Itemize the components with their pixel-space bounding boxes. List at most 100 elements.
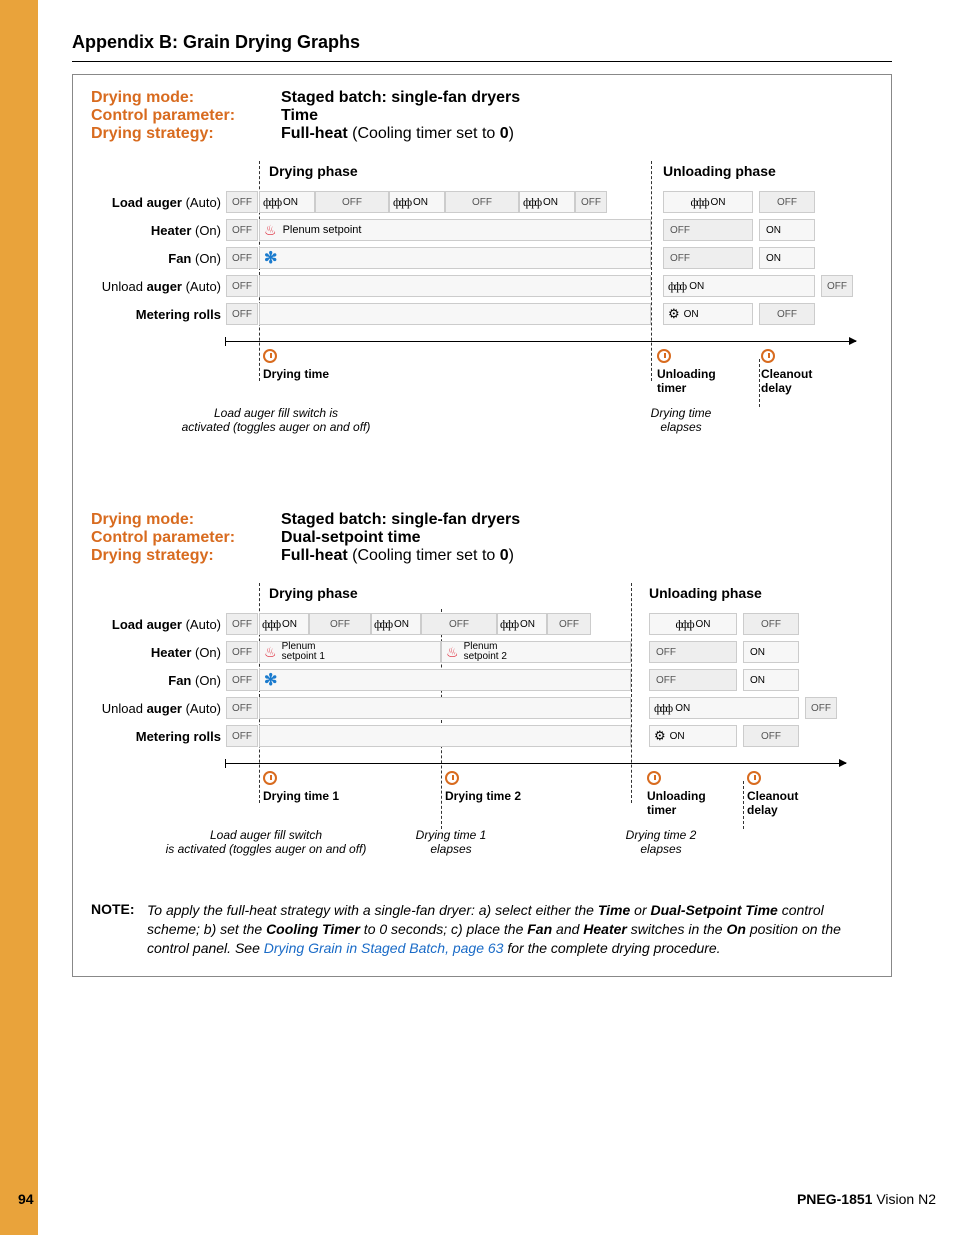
cell: ффф ON [519, 191, 575, 213]
appendix-title: Appendix B: Grain Drying Graphs [72, 32, 892, 62]
cell: OFF [805, 697, 837, 719]
auger-icon: ффф [393, 195, 410, 210]
val-drying-mode: Staged batch: single-fan dryers [281, 511, 520, 529]
section2-header: Drying mode: Staged batch: single-fan dr… [91, 511, 873, 565]
cell: OFF [226, 613, 258, 635]
cell: ⚙ON [649, 725, 737, 747]
cell [259, 725, 631, 747]
lbl-unloading-timer: Unloading timer [647, 789, 717, 817]
cell: OFF [663, 219, 753, 241]
auger-icon: ффф [668, 279, 685, 294]
cell: OFF [743, 613, 799, 635]
lbl-control-param: Control parameter: [91, 529, 281, 547]
cell: OFF [226, 669, 258, 691]
lbl-drying-time: Drying time [263, 367, 329, 381]
cell: OFF [821, 275, 853, 297]
cell: OFF [547, 613, 591, 635]
row-unload-auger: Unload auger (Auto) [91, 697, 221, 721]
val-control-param: Time [281, 107, 318, 125]
lbl-drying-mode: Drying mode: [91, 89, 281, 107]
cell: ON [743, 669, 799, 691]
note-block: NOTE: To apply the full-heat strategy wi… [91, 901, 873, 958]
content-frame: Drying mode: Staged batch: single-fan dr… [72, 74, 892, 977]
cell: OFF [226, 275, 258, 297]
lbl-strategy: Drying strategy: [91, 125, 281, 143]
clock-icon [761, 349, 775, 366]
cell: OFF [759, 303, 815, 325]
val-strategy: Full-heat (Cooling timer set to 0) [281, 547, 514, 565]
auger-icon: ффф [676, 617, 693, 632]
cell: OFF [309, 613, 371, 635]
cell: OFF [226, 303, 258, 325]
cell: ффф ON [259, 191, 315, 213]
footnote-drying-elapses: Drying timeelapses [621, 406, 741, 434]
cell: OFF [575, 191, 607, 213]
cell: OFF [743, 725, 799, 747]
cell: ♨Plenum setpoint 2 [441, 641, 631, 663]
cell: OFF [315, 191, 389, 213]
cell: OFF [421, 613, 497, 635]
page-footer: 94 PNEG-1851 Vision N2 [18, 1191, 936, 1207]
cell [259, 275, 651, 297]
cell: фффON [663, 275, 815, 297]
gear-icon: ⚙ [668, 306, 680, 322]
cell: ON [743, 641, 799, 663]
lbl-drying-time-1: Drying time 1 [263, 789, 339, 803]
lbl-drying-time-2: Drying time 2 [445, 789, 521, 803]
cell: ON [759, 247, 815, 269]
lbl-unloading-phase: Unloading phase [649, 585, 762, 601]
cell: ффф ON [371, 613, 421, 635]
flame-icon: ♨ [264, 222, 277, 239]
timeline-arrow [226, 341, 856, 342]
cell: OFF [226, 725, 258, 747]
lbl-unloading-phase: Unloading phase [663, 163, 776, 179]
note-body: To apply the full-heat strategy with a s… [147, 901, 873, 958]
val-control-param: Dual-setpoint time [281, 529, 421, 547]
row-load-auger: Load auger (Auto) [91, 191, 221, 215]
cell: ⚙ON [663, 303, 753, 325]
cell: ✻ [259, 669, 631, 691]
note-label: NOTE: [91, 901, 147, 958]
row-heater: Heater (On) [91, 641, 221, 665]
auger-icon: ффф [691, 195, 708, 210]
footnote-dt2: Drying time 2elapses [611, 828, 711, 856]
lbl-control-param: Control parameter: [91, 107, 281, 125]
row-heater: Heater (On) [91, 219, 221, 243]
cell: OFF [226, 247, 258, 269]
row-fan: Fan (On) [91, 247, 221, 271]
fan-icon: ✻ [264, 670, 277, 690]
cell: ффф ON [649, 613, 737, 635]
auger-icon: ффф [374, 617, 391, 632]
cell: ффф ON [663, 191, 753, 213]
page-accent-bar [0, 0, 38, 1235]
footnote-load-auger: Load auger fill switch isactivated (togg… [161, 406, 391, 434]
row-metering: Metering rolls [91, 725, 221, 749]
clock-icon [647, 771, 661, 788]
row-metering: Metering rolls [91, 303, 221, 327]
cell: фффON [649, 697, 799, 719]
lbl-drying-phase: Drying phase [269, 585, 358, 601]
timeline-arrow [226, 763, 846, 764]
cell: OFF [226, 697, 258, 719]
flame-icon: ♨ [446, 644, 459, 661]
lbl-cleanout-delay: Cleanout delay [761, 367, 823, 395]
cell: OFF [649, 669, 737, 691]
clock-icon [445, 771, 459, 788]
fan-icon: ✻ [264, 248, 277, 268]
row-load-auger: Load auger (Auto) [91, 613, 221, 637]
cell: ффф ON [497, 613, 547, 635]
footnote-dt1: Drying time 1elapses [401, 828, 501, 856]
cell: ✻ [259, 247, 651, 269]
cell: ♨Plenum setpoint [259, 219, 651, 241]
lbl-drying-mode: Drying mode: [91, 511, 281, 529]
lbl-cleanout-delay: Cleanout delay [747, 789, 809, 817]
lbl-unloading-timer: Unloading timer [657, 367, 727, 395]
note-link[interactable]: Drying Grain in Staged Batch, page 63 [264, 940, 504, 956]
auger-icon: ффф [523, 195, 540, 210]
lbl-strategy: Drying strategy: [91, 547, 281, 565]
auger-icon: ффф [500, 617, 517, 632]
row-fan: Fan (On) [91, 669, 221, 693]
cell: OFF [663, 247, 753, 269]
clock-icon [263, 771, 277, 788]
auger-icon: ффф [654, 701, 671, 716]
